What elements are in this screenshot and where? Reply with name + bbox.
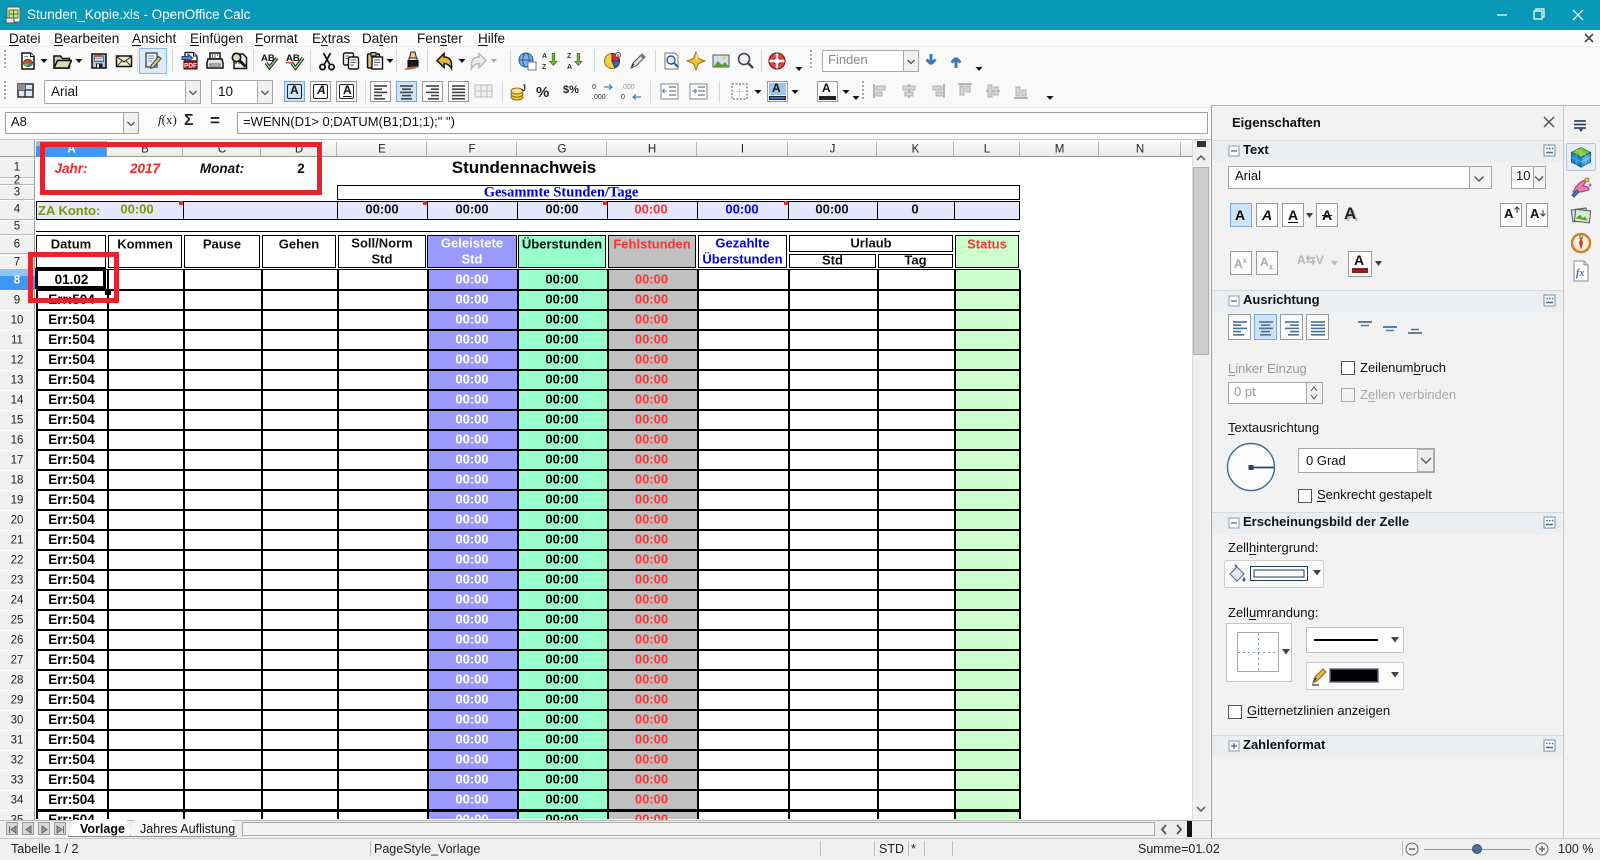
svg-text:fx: fx bbox=[1576, 268, 1584, 279]
svg-text:J: J bbox=[521, 83, 526, 93]
svg-text:PDF: PDF bbox=[184, 63, 197, 70]
svg-text:A: A bbox=[542, 53, 547, 60]
svg-text:.000: .000 bbox=[621, 84, 635, 91]
svg-text:0: 0 bbox=[592, 84, 596, 91]
svg-text:Z: Z bbox=[567, 53, 572, 60]
svg-text:.000: .000 bbox=[592, 94, 606, 101]
svg-text:0: 0 bbox=[621, 94, 625, 101]
svg-text:A: A bbox=[567, 64, 572, 71]
svg-text:N: N bbox=[1579, 235, 1583, 241]
svg-text:Z: Z bbox=[542, 64, 547, 71]
